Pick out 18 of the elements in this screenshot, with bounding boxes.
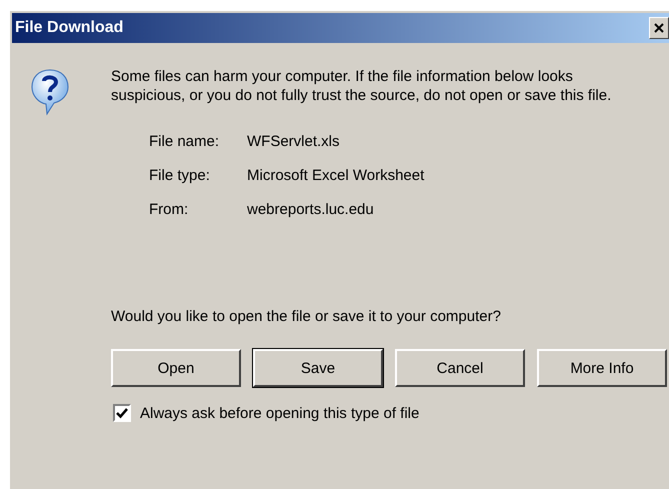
question-text: Would you like to open the file or save it to your computer? — [111, 308, 502, 325]
info-label: From: — [149, 201, 190, 218]
warning-message: Some files can harm your computer. If the file information below looks suspicious, or you do not fully trust the source, do not open or save this file. — [111, 67, 612, 105]
dialog-button[interactable]: Cancel — [395, 349, 525, 387]
dialog-button[interactable]: More Info — [537, 349, 667, 387]
info-value: WFServlet.xls — [247, 133, 341, 150]
window-title: File Download — [15, 19, 124, 37]
close-icon — [653, 22, 665, 34]
close-button[interactable] — [649, 17, 669, 39]
checkbox[interactable] — [113, 404, 131, 422]
info-label: File name: — [149, 133, 220, 150]
info-value: webreports.luc.edu — [247, 201, 375, 218]
info-value: Microsoft Excel Worksheet — [247, 167, 426, 184]
checkbox-label: Always ask before opening this type of file — [140, 404, 420, 422]
info-label: File type: — [149, 167, 211, 184]
dialog-button[interactable]: Open — [111, 349, 241, 387]
question-icon — [30, 67, 70, 117]
dialog-button[interactable]: Save — [253, 349, 383, 387]
